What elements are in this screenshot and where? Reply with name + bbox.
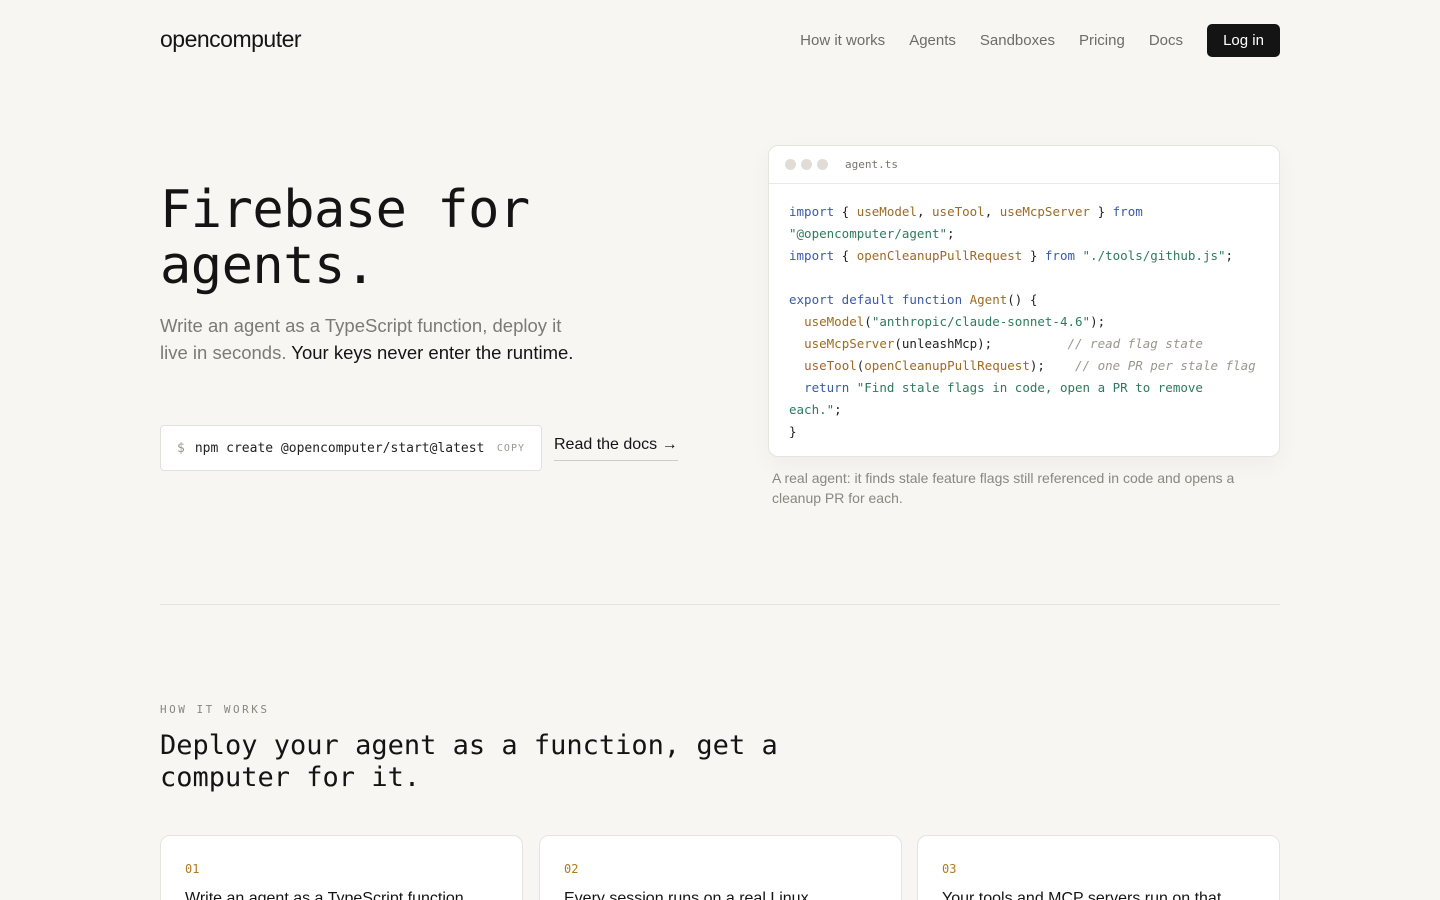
hero-subtitle-strong: Your keys never enter the runtime. <box>291 342 574 363</box>
window-dot-icon <box>817 159 828 170</box>
prompt-symbol: $ <box>177 440 185 456</box>
hero-subtitle: Write an agent as a TypeScript function,… <box>160 312 590 366</box>
code-filename: agent.ts <box>845 158 898 171</box>
code-window: agent.ts import { useModel, useTool, use… <box>768 145 1280 457</box>
step-number: 01 <box>185 862 200 876</box>
nav-link-pricing[interactable]: Pricing <box>1079 32 1125 49</box>
section-title: Deploy your agent as a function, get a c… <box>160 730 778 793</box>
login-button[interactable]: Log in <box>1207 24 1280 57</box>
nav-link-agents[interactable]: Agents <box>909 32 956 49</box>
nav-links: How it works Agents Sandboxes Pricing Do… <box>800 32 1183 49</box>
install-command[interactable]: npm create @opencomputer/start@latest <box>195 441 487 456</box>
section-divider <box>160 604 1280 605</box>
step-text: Your tools and MCP servers run on that <box>942 890 1222 900</box>
read-docs-link[interactable]: Read the docs → <box>554 436 678 461</box>
code-snippet: import { useModel, useTool, useMcpServer… <box>789 204 1256 439</box>
window-dot-icon <box>801 159 812 170</box>
step-card: 01 Write an agent as a TypeScript functi… <box>160 835 523 900</box>
step-card: 03 Your tools and MCP servers run on tha… <box>917 835 1280 900</box>
copy-button[interactable]: COPY <box>497 443 525 454</box>
window-dot-icon <box>785 159 796 170</box>
nav-link-sandboxes[interactable]: Sandboxes <box>980 32 1055 49</box>
section-eyebrow: HOW IT WORKS <box>160 703 270 716</box>
top-nav: opencomputer How it works Agents Sandbox… <box>160 24 1280 57</box>
step-card: 02 Every session runs on a real Linux <box>539 835 902 900</box>
step-text: Write an agent as a TypeScript function <box>185 890 464 900</box>
install-command-box: $ npm create @opencomputer/start@latest … <box>160 425 542 471</box>
code-window-titlebar: agent.ts <box>769 146 1279 184</box>
nav-link-how-it-works[interactable]: How it works <box>800 32 885 49</box>
logo[interactable]: opencomputer <box>160 26 302 53</box>
nav-link-docs[interactable]: Docs <box>1149 32 1183 49</box>
step-text: Every session runs on a real Linux <box>564 890 809 900</box>
hero-title-line2: agents. <box>160 236 376 296</box>
step-number: 02 <box>564 862 579 876</box>
code-caption: A real agent: it finds stale feature fla… <box>772 470 1235 506</box>
step-number: 03 <box>942 862 957 876</box>
hero-title: Firebase for agents. <box>160 182 720 294</box>
hero-title-line1: Firebase for <box>160 180 530 240</box>
